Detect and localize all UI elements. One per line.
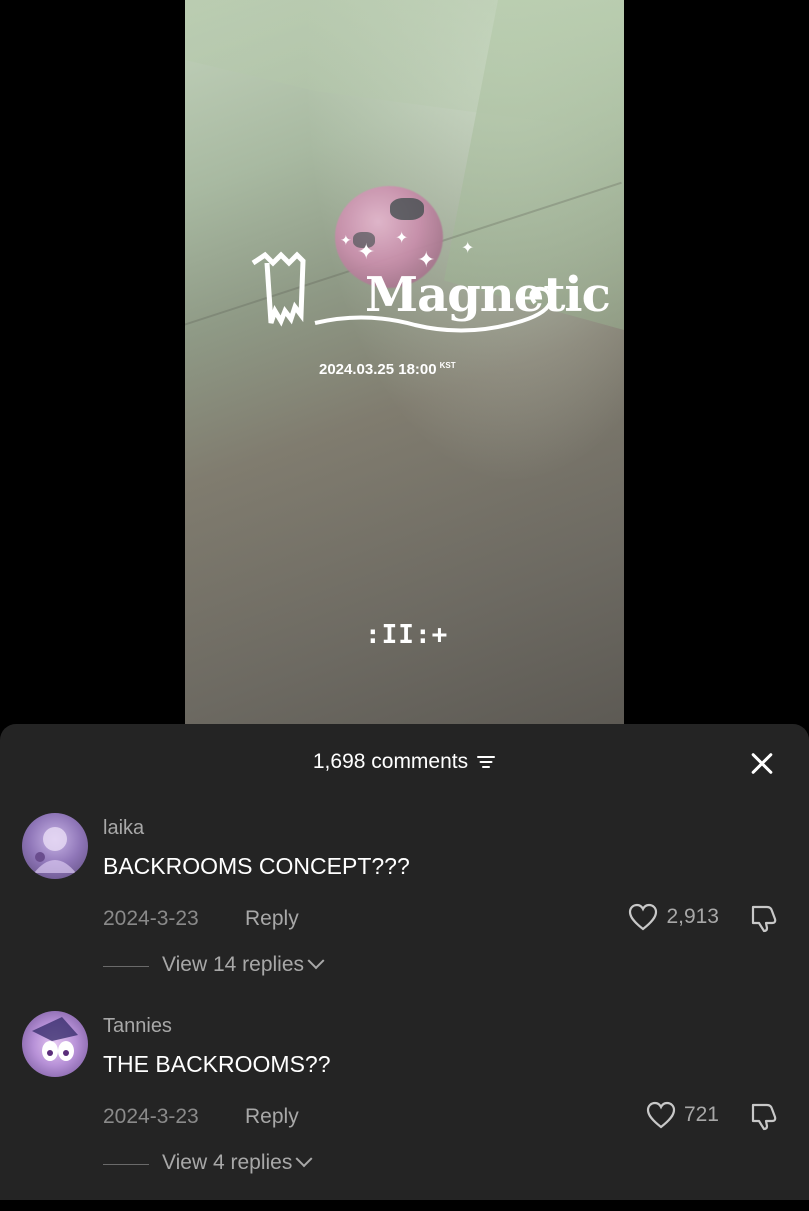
comment-username[interactable]: laika	[103, 817, 144, 840]
avatar[interactable]	[22, 813, 88, 879]
comments-header: 1,698 comments	[0, 724, 809, 800]
reply-divider	[103, 966, 149, 967]
group-logo: :II:+	[365, 620, 449, 650]
dislike-icon[interactable]	[749, 903, 781, 933]
video-player[interactable]: Magnetic ✦ ✦ ✦ ✦ ✦ 2024.03.25 18:00 KST :…	[0, 0, 809, 724]
dislike-icon[interactable]	[749, 1101, 781, 1131]
comment-text: THE BACKROOMS??	[103, 1051, 331, 1077]
chevron-down-icon	[295, 1150, 313, 1168]
like-button[interactable]: 721	[646, 1101, 719, 1129]
comment-date: 2024-3-23	[103, 907, 199, 930]
avatar-image	[34, 827, 76, 873]
heart-icon	[629, 903, 658, 931]
release-date-text: 2024.03.25 18:00	[319, 361, 437, 378]
star-icon: ✦	[340, 232, 352, 248]
like-count: 721	[683, 1103, 719, 1126]
view-replies-button[interactable]: View 4 replies	[162, 1150, 313, 1175]
star-icon: ✦	[417, 247, 436, 272]
view-replies-button[interactable]: View 14 replies	[162, 952, 325, 977]
filter-icon[interactable]	[476, 754, 496, 770]
video-frame[interactable]: Magnetic ✦ ✦ ✦ ✦ ✦ 2024.03.25 18:00 KST :…	[185, 0, 624, 724]
avatar-image	[32, 1017, 78, 1061]
chevron-down-icon	[307, 952, 325, 970]
comment-text: BACKROOMS CONCEPT???	[103, 853, 410, 879]
title-logo: Magnetic ✦ ✦ ✦ ✦ ✦	[245, 231, 611, 345]
like-button[interactable]: 2,913	[628, 903, 719, 931]
ball-spot	[390, 198, 424, 220]
comments-panel: 1,698 comments laika BACKROOMS CONCEPT??…	[0, 724, 809, 1200]
reply-button[interactable]: Reply	[245, 907, 299, 931]
comment-item: laika BACKROOMS CONCEPT??? 2024-3-23 Rep…	[0, 813, 809, 1013]
star-icon: ✦	[461, 240, 475, 257]
close-icon[interactable]	[747, 748, 777, 778]
comment-count: 1,698 comments	[312, 750, 469, 773]
release-date: 2024.03.25 18:00 KST	[319, 361, 456, 378]
title-logo-text: Magnetic	[365, 267, 611, 323]
comment-item: Tannies THE BACKROOMS?? 2024-3-23 Reply …	[0, 1011, 809, 1211]
reply-divider	[103, 1164, 149, 1165]
like-count: 2,913	[666, 905, 719, 928]
comment-username[interactable]: Tannies	[103, 1015, 172, 1038]
star-icon: ✦	[395, 230, 409, 247]
comment-date: 2024-3-23	[103, 1105, 199, 1128]
reply-button[interactable]: Reply	[245, 1105, 299, 1129]
star-icon: ✦	[357, 239, 376, 264]
heart-icon	[646, 1101, 676, 1129]
view-replies-label: View 4 replies	[162, 1151, 293, 1174]
release-timezone: KST	[439, 361, 456, 370]
avatar[interactable]	[22, 1011, 88, 1077]
view-replies-label: View 14 replies	[162, 953, 305, 976]
